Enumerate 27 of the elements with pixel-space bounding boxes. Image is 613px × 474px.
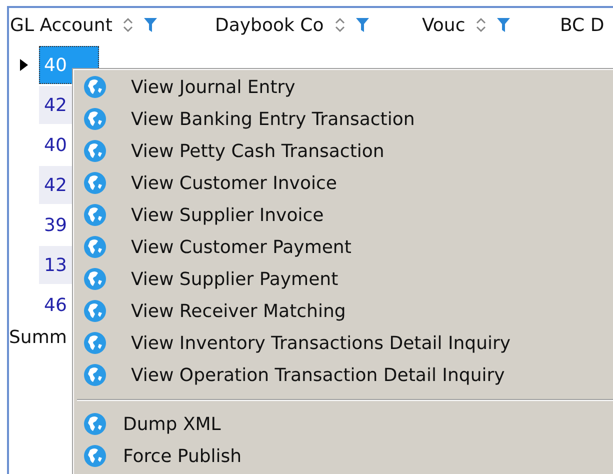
menu-item[interactable]: View Inventory Transactions Detail Inquiry	[73, 327, 613, 359]
globe-icon	[83, 107, 107, 131]
column-header[interactable]: BC D	[560, 14, 604, 36]
globe-icon	[83, 299, 107, 323]
globe-icon	[83, 363, 107, 387]
filter-icon[interactable]	[497, 17, 510, 33]
column-header[interactable]: Daybook Co	[215, 14, 324, 36]
menu-item[interactable]: Dump XML	[73, 408, 613, 440]
filter-icon[interactable]	[144, 17, 158, 33]
globe-icon	[83, 235, 107, 259]
globe-icon	[83, 75, 107, 99]
sort-icon[interactable]	[122, 17, 134, 33]
sort-icon[interactable]	[334, 17, 346, 33]
globe-icon	[83, 267, 107, 291]
column-header[interactable]: GL Account	[10, 14, 112, 36]
menu-item[interactable]: Force Publish	[73, 440, 613, 472]
globe-icon	[83, 171, 107, 195]
globe-icon	[83, 203, 107, 227]
summary-label: Summ	[9, 327, 67, 348]
column-header[interactable]: Vouc	[422, 14, 466, 36]
globe-icon	[83, 139, 107, 163]
sort-icon[interactable]	[475, 17, 488, 33]
filter-icon[interactable]	[356, 17, 369, 33]
globe-icon	[83, 444, 107, 468]
menu-item[interactable]: View Operation Transaction Detail Inquiry	[73, 359, 613, 391]
globe-icon	[83, 412, 107, 436]
globe-icon	[83, 331, 107, 355]
